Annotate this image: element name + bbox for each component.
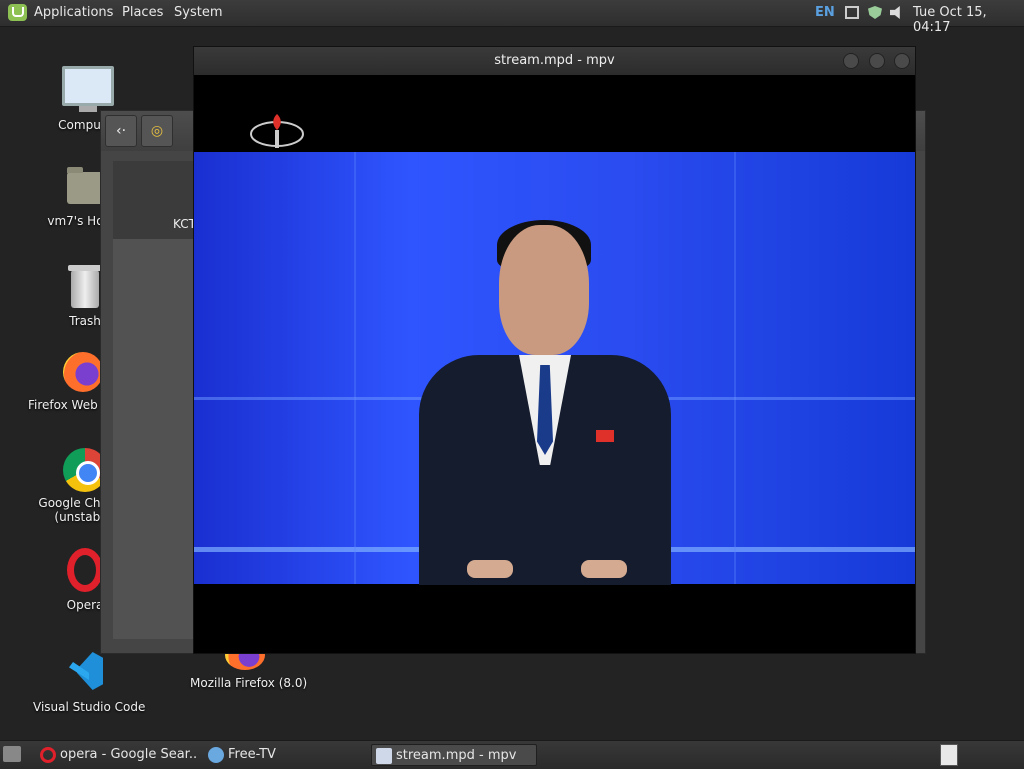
desktop-icon-label: Visual Studio Code: [33, 700, 146, 714]
maximize-button[interactable]: [869, 53, 885, 69]
video-frame[interactable]: [194, 75, 915, 653]
mpv-window[interactable]: stream.mpd - mpv: [193, 46, 916, 654]
mpv-titlebar[interactable]: stream.mpd - mpv: [194, 47, 915, 75]
desktop-icon-label: Mozilla Firefox (8.0): [190, 676, 308, 690]
freetv-icon: [208, 747, 224, 763]
trash-icon: [68, 265, 102, 308]
file-item-kctv[interactable]: KCTV: [113, 161, 205, 239]
taskbar-item-freetv[interactable]: Free-TV: [204, 744, 364, 766]
taskbar-item-label: opera - Google Sear...: [60, 747, 196, 762]
keyboard-layout-indicator[interactable]: EN: [815, 5, 835, 20]
top-panel: Applications Places System EN Tue Oct 15…: [0, 0, 1024, 35]
applications-menu[interactable]: Applications: [34, 5, 113, 20]
bottom-taskbar: opera - Google Sear... Free-TV stream.mp…: [0, 740, 1024, 769]
badge-pin-icon: [596, 430, 614, 442]
system-menu[interactable]: System: [174, 5, 222, 20]
desktop-icon-vscode[interactable]: Visual Studio Code: [33, 650, 146, 714]
opera-icon: [67, 548, 103, 592]
home-folder-icon: [67, 167, 103, 204]
taskbar-item-label: stream.mpd - mpv: [396, 748, 517, 763]
taskbar-item-opera[interactable]: opera - Google Sear...: [36, 744, 196, 766]
taskbar-item-label: Free-TV: [228, 747, 276, 762]
mint-logo-icon[interactable]: [8, 4, 27, 21]
kctv-logo-icon: [250, 114, 304, 148]
clock[interactable]: Tue Oct 15, 04:17: [913, 5, 1024, 35]
computer-icon: [62, 66, 114, 112]
taskbar-item-mpv[interactable]: stream.mpd - mpv: [371, 744, 537, 766]
back-button[interactable]: ‹·: [105, 115, 137, 147]
places-menu[interactable]: Places: [122, 5, 163, 20]
shield-icon[interactable]: [868, 6, 882, 19]
workspace-switcher[interactable]: [940, 744, 958, 766]
news-anchor: [419, 215, 679, 585]
vscode-icon: [67, 650, 109, 692]
search-button[interactable]: ◎: [141, 115, 173, 147]
network-icon[interactable]: [845, 6, 859, 19]
mpv-icon: [376, 748, 392, 764]
mpv-window-title: stream.mpd - mpv: [494, 53, 615, 68]
file-item-label: KCTV: [173, 217, 205, 231]
show-desktop-icon[interactable]: [3, 746, 21, 762]
firefox-icon: [63, 352, 103, 392]
opera-icon: [40, 747, 56, 763]
volume-icon[interactable]: [890, 6, 900, 19]
close-button[interactable]: [894, 53, 910, 69]
minimize-button[interactable]: [843, 53, 859, 69]
